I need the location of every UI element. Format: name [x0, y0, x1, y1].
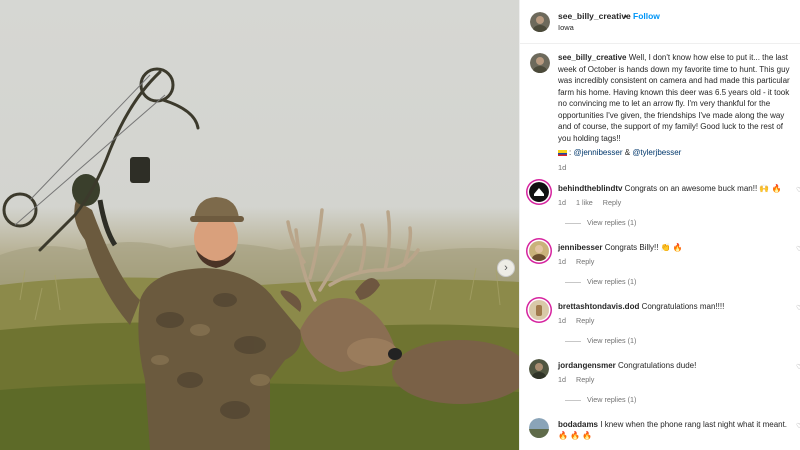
- post-caption: see_billy_creative Well, I don't know ho…: [558, 52, 796, 144]
- comment-body: Congratulations man!!!!: [641, 302, 725, 311]
- reply-button[interactable]: Reply: [603, 198, 621, 207]
- comment-text: brettashtondavis.dod Congratulations man…: [558, 301, 790, 312]
- comment-meta: 1d Reply: [558, 375, 602, 384]
- like-heart-icon[interactable]: ♡: [796, 245, 800, 253]
- comment-item: behindtheblindtv Congrats on an awesome …: [520, 180, 800, 238]
- comment-time: 1d: [558, 257, 566, 266]
- post-side-panel: see_billy_creative • Follow Iowa see_bil…: [519, 0, 800, 450]
- like-heart-icon[interactable]: ♡: [796, 363, 800, 371]
- comment-meta: 1d 1 like Reply: [558, 198, 629, 207]
- commenter-avatar[interactable]: [529, 418, 549, 438]
- comment-meta: 1d Reply: [558, 257, 602, 266]
- commenter-avatar[interactable]: [529, 241, 549, 261]
- comment-text: jordangensmer Congratulations dude!: [558, 360, 790, 371]
- caption-time: 1d: [558, 163, 567, 172]
- comment-emoji: 🙌 🔥: [759, 184, 782, 193]
- caption-text: Well, I don't know how else to put it...…: [558, 53, 790, 143]
- separator-dot: •: [624, 11, 627, 21]
- mention-jennibesser[interactable]: @jennibesser: [573, 148, 622, 157]
- mention-tylerjbesser[interactable]: @tylerjbesser: [632, 148, 681, 157]
- comment-meta: 1d Reply: [558, 316, 602, 325]
- like-heart-icon[interactable]: ♡: [796, 304, 800, 312]
- comment-time: 1d: [558, 198, 566, 207]
- post-header: see_billy_creative • Follow Iowa: [520, 0, 800, 44]
- follow-button[interactable]: Follow: [633, 11, 660, 21]
- view-replies-button[interactable]: View replies (1): [565, 218, 636, 227]
- caption-tags: : @jennibesser & @tylerjbesser: [558, 148, 681, 157]
- comment-text: jennibesser Congrats Billy!! 👏 🔥: [558, 242, 790, 253]
- post-photo[interactable]: ›: [0, 0, 519, 450]
- like-heart-icon[interactable]: ♡: [796, 422, 800, 430]
- commenter-avatar[interactable]: [529, 182, 549, 202]
- comment-item: brettashtondavis.dod Congratulations man…: [520, 298, 800, 356]
- comment-item: jordangensmer Congratulations dude! 1d R…: [520, 357, 800, 415]
- view-replies-button[interactable]: View replies (1): [565, 277, 636, 286]
- caption-author-avatar[interactable]: [530, 53, 550, 73]
- reply-button[interactable]: Reply: [576, 316, 594, 325]
- comment-likes[interactable]: 1 like: [576, 198, 593, 207]
- commenter-avatar[interactable]: [529, 300, 549, 320]
- comment-text: behindtheblindtv Congrats on an awesome …: [558, 183, 790, 194]
- commenter-username[interactable]: bodadams: [558, 420, 598, 429]
- like-heart-icon[interactable]: ♡: [796, 186, 800, 194]
- commenter-username[interactable]: jennibesser: [558, 243, 602, 252]
- post-location[interactable]: Iowa: [558, 23, 574, 32]
- tag-ampersand: &: [624, 148, 631, 157]
- comment-body: Congratulations dude!: [618, 361, 697, 370]
- caption-username[interactable]: see_billy_creative: [558, 53, 627, 62]
- comment-emoji: 🔥 🔥 🔥: [558, 431, 593, 440]
- comment-text: bodadams I knew when the phone rang last…: [558, 419, 790, 441]
- comment-body: I knew when the phone rang last night wh…: [600, 420, 788, 429]
- comment-body: Congrats on an awesome buck man!!: [624, 184, 758, 193]
- view-replies-button[interactable]: View replies (1): [565, 395, 636, 404]
- reply-button[interactable]: Reply: [576, 375, 594, 384]
- reply-button[interactable]: Reply: [576, 257, 594, 266]
- comment-item: jennibesser Congrats Billy!! 👏 🔥 1d Repl…: [520, 239, 800, 297]
- author-username[interactable]: see_billy_creative: [558, 11, 631, 21]
- comment-body: Congrats Billy!!: [604, 243, 659, 252]
- view-replies-button[interactable]: View replies (1): [565, 336, 636, 345]
- carousel-next-icon[interactable]: ›: [497, 259, 515, 277]
- commenter-username[interactable]: behindtheblindtv: [558, 184, 622, 193]
- comment-emoji: 👏 🔥: [660, 243, 683, 252]
- comment-time: 1d: [558, 316, 566, 325]
- commenter-username[interactable]: brettashtondavis.dod: [558, 302, 639, 311]
- hunter-with-deer-image: [0, 67, 519, 450]
- author-avatar[interactable]: [530, 12, 550, 32]
- comment-time: 1d: [558, 375, 566, 384]
- commenter-avatar[interactable]: [529, 359, 549, 379]
- commenter-username[interactable]: jordangensmer: [558, 361, 616, 370]
- comment-item: bodadams I knew when the phone rang last…: [520, 416, 800, 450]
- flag-icon: [558, 149, 567, 156]
